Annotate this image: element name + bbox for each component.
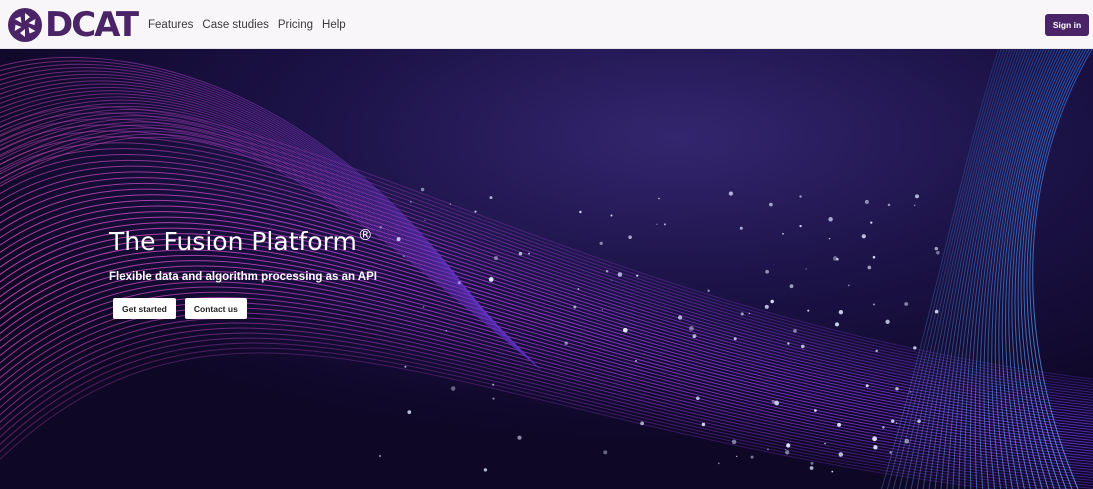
registered-mark: ® bbox=[357, 226, 373, 244]
contact-us-button[interactable]: Contact us bbox=[184, 298, 247, 319]
aperture-logo-icon bbox=[8, 8, 42, 42]
main-nav: Features Case studies Pricing Help bbox=[148, 15, 346, 35]
hero-actions: Get started Contact us bbox=[113, 298, 377, 319]
top-navigation-bar: DCAT Features Case studies Pricing Help … bbox=[0, 0, 1093, 49]
hero-subtitle: Flexible data and algorithm processing a… bbox=[109, 271, 377, 283]
nav-link-help[interactable]: Help bbox=[322, 15, 346, 35]
hero-section: The Fusion Platform® Flexible data and a… bbox=[0, 49, 1093, 489]
sign-in-button[interactable]: Sign in bbox=[1045, 14, 1089, 36]
nav-link-features[interactable]: Features bbox=[148, 15, 193, 35]
hero-title-text: The Fusion Platform bbox=[109, 227, 357, 256]
hero-title: The Fusion Platform® bbox=[109, 219, 377, 258]
nav-link-case-studies[interactable]: Case studies bbox=[202, 15, 268, 35]
brand-logo[interactable]: DCAT bbox=[7, 5, 139, 45]
hero-content: The Fusion Platform® Flexible data and a… bbox=[109, 219, 377, 319]
nav-link-pricing[interactable]: Pricing bbox=[278, 15, 313, 35]
logo-wordmark: DCAT bbox=[45, 5, 139, 45]
get-started-button[interactable]: Get started bbox=[113, 298, 176, 319]
